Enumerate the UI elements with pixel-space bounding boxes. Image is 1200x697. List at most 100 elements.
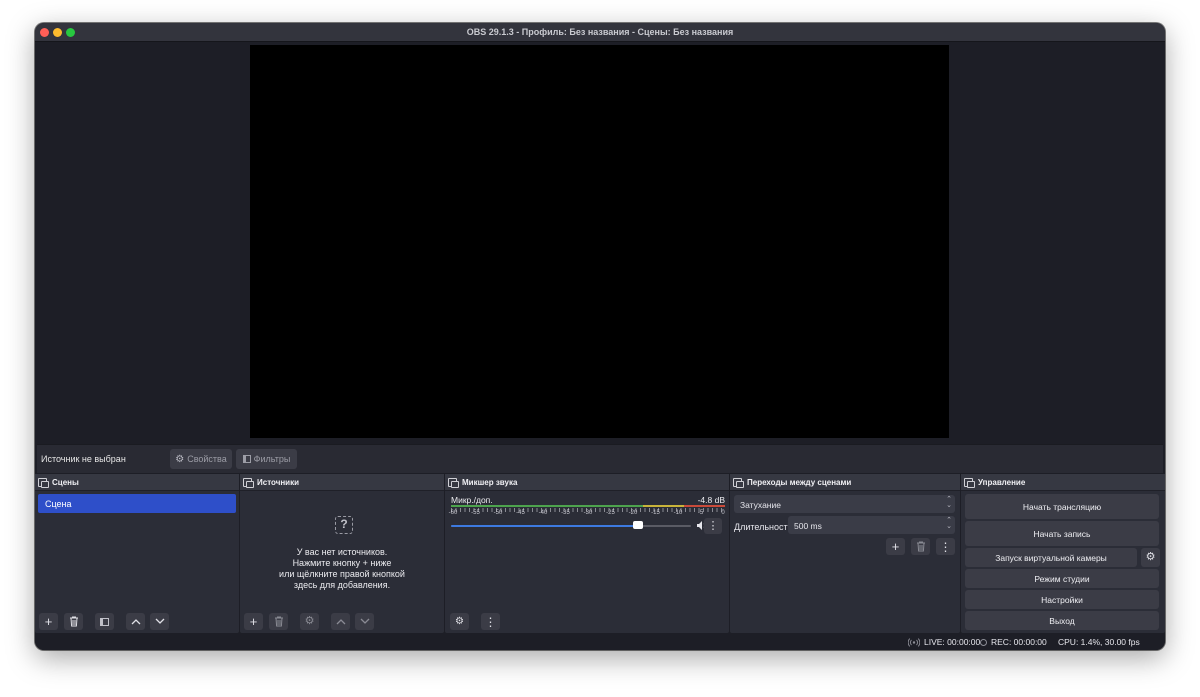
move-source-up-button[interactable] xyxy=(331,613,350,630)
plus-icon: + xyxy=(249,614,258,629)
trash-icon xyxy=(69,616,78,627)
more-vertical-icon: ⋮ xyxy=(707,519,719,532)
chevron-down-icon xyxy=(360,618,369,624)
source-toolbar: Источник не выбран ⚙ Свойства Фильтры xyxy=(37,444,1163,473)
transition-properties-button[interactable]: ⋮ xyxy=(936,538,955,555)
add-source-button[interactable]: + xyxy=(244,613,263,630)
controls-dock-header[interactable]: Управление xyxy=(961,474,1165,491)
scene-list-item[interactable]: Сцена xyxy=(38,494,236,513)
transition-select[interactable]: Затухание ⌃ ⌄ xyxy=(734,495,955,513)
controls-dock: Управление Начать трансляцию Начать запи… xyxy=(961,474,1165,633)
move-scene-down-button[interactable] xyxy=(150,613,169,630)
empty-line: Нажмите кнопку + ниже xyxy=(292,558,392,568)
plus-icon: + xyxy=(44,614,53,629)
volume-meter xyxy=(451,505,725,507)
duration-spinbox[interactable]: 500 ms ⌃ ⌄ xyxy=(788,516,955,534)
spin-arrows-icon: ⌃ ⌄ xyxy=(946,517,952,530)
audio-mixer-dock: Микшер звука Микр./доп. -4.8 dB -60 -55 -5… xyxy=(445,474,729,633)
mixer-channel-menu-button[interactable]: ⋮ xyxy=(704,518,722,534)
sources-empty-message[interactable]: У вас нет источников. Нажмите кнопку + н… xyxy=(240,547,444,591)
remove-source-button[interactable] xyxy=(269,613,288,630)
window-title: OBS 29.1.3 - Профиль: Без названия - Сце… xyxy=(466,27,734,37)
meter-scale-label: -30 xyxy=(583,510,593,516)
sources-dock-header[interactable]: Источники xyxy=(240,474,444,491)
record-icon xyxy=(980,638,987,646)
cpu-status: CPU: 1.4%, 30.00 fps xyxy=(1058,637,1140,647)
status-bar: LIVE: 00:00:00 REC: 00:00:00 CPU: 1.4%, … xyxy=(35,634,1165,650)
volume-slider-fill xyxy=(451,525,639,527)
undock-icon[interactable] xyxy=(733,477,744,488)
live-timer: LIVE: 00:00:00 xyxy=(924,637,981,647)
start-virtual-camera-button[interactable]: Запуск виртуальной камеры xyxy=(965,548,1137,567)
undock-icon[interactable] xyxy=(243,477,254,488)
filters-icon xyxy=(100,617,109,626)
move-scene-up-button[interactable] xyxy=(126,613,145,630)
preview-canvas[interactable] xyxy=(250,45,949,438)
undock-icon[interactable] xyxy=(964,477,975,488)
studio-mode-button[interactable]: Режим студии xyxy=(965,569,1159,588)
controls-dock-title: Управление xyxy=(978,477,1026,487)
broadcast-icon xyxy=(908,637,920,647)
properties-label: Свойства xyxy=(187,454,227,464)
add-transition-button[interactable]: + xyxy=(886,538,905,555)
scenes-dock-header[interactable]: Сцены xyxy=(35,474,239,491)
preview-area xyxy=(35,43,1165,464)
remove-transition-button[interactable] xyxy=(911,538,930,555)
question-icon: ? xyxy=(335,516,353,534)
source-status-label: Источник не выбран xyxy=(41,454,126,464)
empty-line: или щёлкните правой кнопкой xyxy=(279,569,405,579)
duration-label: Длительность xyxy=(734,522,793,532)
gear-icon: ⚙ xyxy=(1145,551,1156,563)
move-source-down-button[interactable] xyxy=(355,613,374,630)
mixer-channel-name[interactable]: Микр./доп. xyxy=(451,495,493,505)
trash-icon xyxy=(274,616,283,627)
settings-button[interactable]: Настройки xyxy=(965,590,1159,609)
virtual-camera-settings-button[interactable]: ⚙ xyxy=(1141,548,1160,567)
filters-icon xyxy=(242,455,251,463)
meter-scale-label: -50 xyxy=(493,510,503,516)
filters-button[interactable]: Фильтры xyxy=(236,449,297,469)
scenes-dock-title: Сцены xyxy=(52,477,79,487)
undock-icon[interactable] xyxy=(448,477,459,488)
start-recording-button[interactable]: Начать запись xyxy=(965,521,1159,546)
mixer-menu-button[interactable]: ⋮ xyxy=(481,613,500,630)
undock-icon[interactable] xyxy=(38,477,49,488)
add-scene-button[interactable]: + xyxy=(39,613,58,630)
meter-scale-label: -20 xyxy=(628,510,638,516)
transitions-dock-header[interactable]: Переходы между сценами xyxy=(730,474,960,491)
source-properties-button[interactable]: ⚙ xyxy=(300,613,319,630)
gear-icon: ⚙ xyxy=(304,615,315,627)
obs-window: OBS 29.1.3 - Профиль: Без названия - Сце… xyxy=(35,23,1165,650)
transitions-dock: Переходы между сценами Затухание ⌃ ⌄ Длит… xyxy=(730,474,960,633)
scene-filters-button[interactable] xyxy=(95,613,114,630)
mixer-level-readout: -4.8 dB xyxy=(697,495,725,505)
duration-value: 500 ms xyxy=(794,521,822,531)
meter-scale-label: 0 xyxy=(721,510,725,516)
exit-button[interactable]: Выход xyxy=(965,611,1159,630)
rec-timer: REC: 00:00:00 xyxy=(991,637,1047,647)
meter-scale-label: -15 xyxy=(651,510,660,516)
sources-dock: Источники ? У вас нет источников. Нажмит… xyxy=(240,474,444,633)
remove-scene-button[interactable] xyxy=(64,613,83,630)
meter-scale-label: -45 xyxy=(516,510,525,516)
transitions-dock-title: Переходы между сценами xyxy=(747,477,852,487)
meter-scale-label: -40 xyxy=(538,510,548,516)
empty-line: У вас нет источников. xyxy=(296,547,388,557)
start-streaming-button[interactable]: Начать трансляцию xyxy=(965,494,1159,519)
advanced-audio-properties-button[interactable]: ⚙ xyxy=(450,613,469,630)
select-arrows-icon: ⌃ ⌄ xyxy=(946,496,952,509)
chevron-up-icon xyxy=(336,619,345,625)
meter-scale-label: -60 xyxy=(448,510,458,516)
trash-icon xyxy=(916,541,925,552)
empty-line: здесь для добавления. xyxy=(293,580,391,590)
mixer-dock-header[interactable]: Микшер звука xyxy=(445,474,729,491)
meter-scale-label: -55 xyxy=(471,510,480,516)
volume-slider-handle[interactable] xyxy=(633,521,644,529)
gears-icon: ⚙ xyxy=(455,615,464,627)
cpu-fps-readout: CPU: 1.4%, 30.00 fps xyxy=(1058,637,1140,647)
dock-area: Сцены Сцена + Источники ? У вас нет исто… xyxy=(35,474,1165,633)
properties-button[interactable]: ⚙ Свойства xyxy=(170,449,232,469)
chevron-down-icon xyxy=(155,618,164,624)
title-bar[interactable]: OBS 29.1.3 - Профиль: Без названия - Сце… xyxy=(35,23,1165,42)
gear-icon: ⚙ xyxy=(175,453,185,465)
